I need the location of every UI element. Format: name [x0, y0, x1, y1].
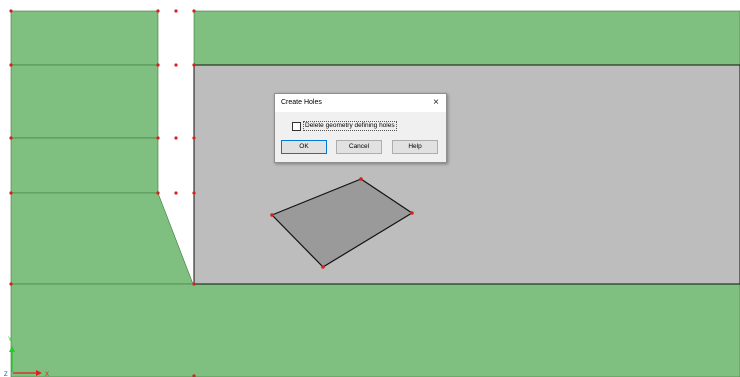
- node[interactable]: [321, 265, 325, 269]
- node[interactable]: [174, 63, 178, 67]
- node[interactable]: [174, 9, 178, 13]
- z-axis-label: Z: [4, 372, 8, 377]
- ok-button[interactable]: OK: [281, 140, 327, 154]
- region-bottom: [10, 283, 740, 377]
- delete-geometry-option[interactable]: Delete geometry defining holes: [292, 121, 397, 131]
- node[interactable]: [156, 136, 160, 140]
- region-left-4: [10, 192, 194, 285]
- help-button[interactable]: Help: [392, 140, 438, 154]
- region-left-1: [10, 10, 159, 66]
- node[interactable]: [9, 282, 13, 286]
- node[interactable]: [270, 213, 274, 217]
- create-holes-dialog[interactable]: Create Holes × Delete geometry defining …: [274, 93, 447, 163]
- node[interactable]: [9, 191, 13, 195]
- node[interactable]: [9, 9, 13, 13]
- node[interactable]: [192, 9, 196, 13]
- cancel-button[interactable]: Cancel: [336, 140, 382, 154]
- node[interactable]: [192, 282, 196, 286]
- node[interactable]: [156, 191, 160, 195]
- node[interactable]: [156, 63, 160, 67]
- close-icon[interactable]: ×: [429, 96, 443, 110]
- node[interactable]: [192, 191, 196, 195]
- node[interactable]: [174, 191, 178, 195]
- model-viewport[interactable]: Y X Z: [0, 0, 740, 377]
- node[interactable]: [9, 136, 13, 140]
- delete-geometry-label[interactable]: Delete geometry defining holes: [303, 121, 397, 131]
- node[interactable]: [174, 136, 178, 140]
- region-top: [193, 10, 740, 66]
- x-axis-label: X: [45, 372, 49, 377]
- region-left-2: [10, 64, 159, 139]
- delete-geometry-checkbox[interactable]: [292, 121, 301, 131]
- node[interactable]: [9, 63, 13, 67]
- node[interactable]: [410, 211, 414, 215]
- dialog-title: Create Holes: [281, 99, 322, 106]
- node[interactable]: [156, 9, 160, 13]
- region-left-3: [10, 137, 159, 194]
- node[interactable]: [359, 177, 363, 181]
- y-axis-label: Y: [8, 337, 12, 343]
- dialog-titlebar[interactable]: Create Holes ×: [275, 94, 446, 112]
- node[interactable]: [192, 63, 196, 67]
- node[interactable]: [192, 136, 196, 140]
